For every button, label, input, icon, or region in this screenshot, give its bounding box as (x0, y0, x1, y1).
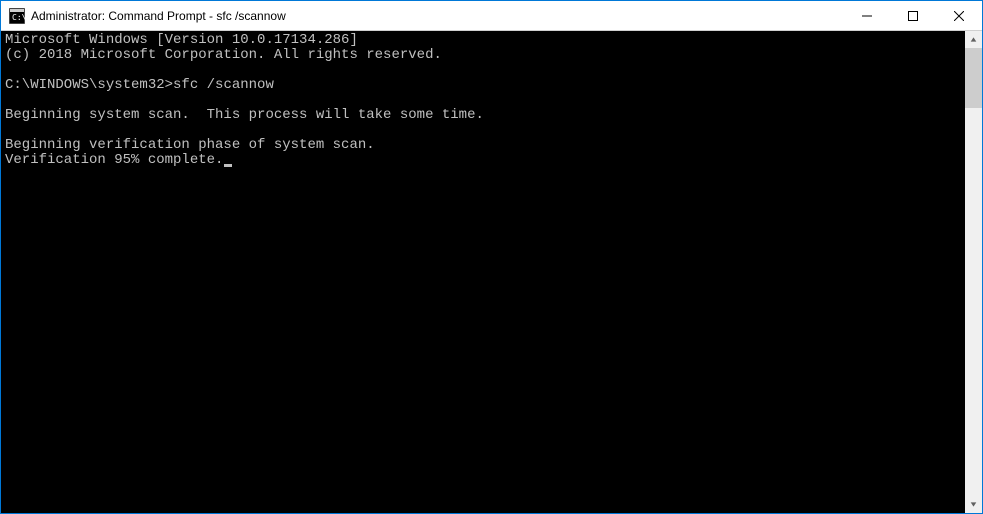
console-line: (c) 2018 Microsoft Corporation. All righ… (5, 47, 442, 63)
console-line: Beginning verification phase of system s… (5, 137, 375, 153)
text-cursor (224, 164, 232, 167)
window-title: Administrator: Command Prompt - sfc /sca… (31, 9, 844, 23)
console-output[interactable]: Microsoft Windows [Version 10.0.17134.28… (1, 31, 965, 513)
scroll-track[interactable] (965, 48, 982, 496)
vertical-scrollbar[interactable] (965, 31, 982, 513)
prompt-path: C:\WINDOWS\system32> (5, 77, 173, 93)
close-button[interactable] (936, 1, 982, 30)
scroll-thumb[interactable] (965, 48, 982, 108)
console-line: Verification 95% complete. (5, 152, 223, 168)
command-prompt-window: C:\ Administrator: Command Prompt - sfc … (1, 1, 982, 513)
scroll-up-button[interactable] (965, 31, 982, 48)
scroll-down-button[interactable] (965, 496, 982, 513)
console-line: Beginning system scan. This process will… (5, 107, 484, 123)
console-line: Microsoft Windows [Version 10.0.17134.28… (5, 32, 358, 48)
window-controls (844, 1, 982, 30)
cmd-icon: C:\ (9, 8, 25, 24)
maximize-button[interactable] (890, 1, 936, 30)
content-area: Microsoft Windows [Version 10.0.17134.28… (1, 31, 982, 513)
prompt-command: sfc /scannow (173, 77, 274, 93)
svg-text:C:\: C:\ (12, 13, 25, 22)
titlebar[interactable]: C:\ Administrator: Command Prompt - sfc … (1, 1, 982, 31)
minimize-button[interactable] (844, 1, 890, 30)
